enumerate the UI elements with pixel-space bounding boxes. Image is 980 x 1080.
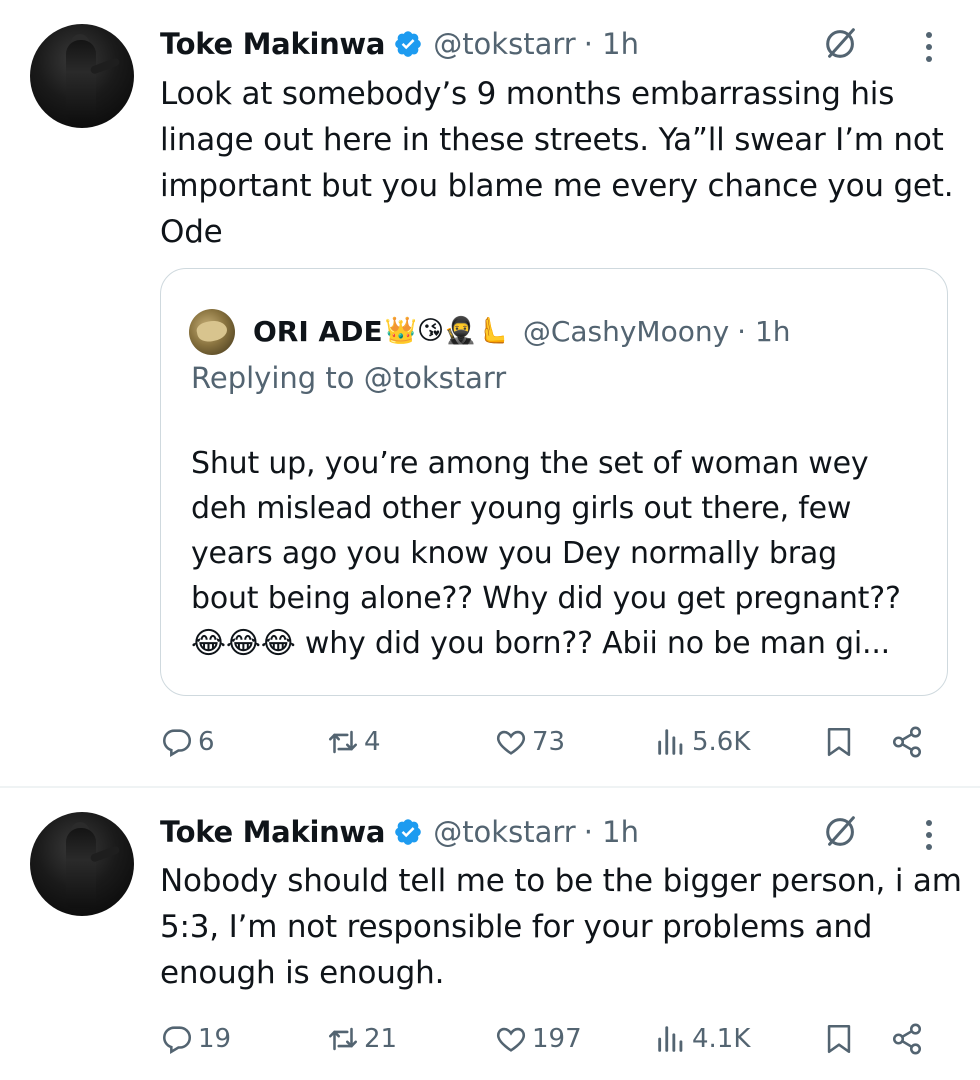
- like-count: 197: [532, 1024, 582, 1054]
- reply-icon: [163, 1026, 192, 1055]
- replying-to-label: Replying to @tokstarr: [191, 361, 507, 395]
- action-bar: 19 21 197 4.1K: [160, 1017, 950, 1061]
- author-handle[interactable]: @tokstarr: [433, 27, 576, 61]
- tweet-text: Look at somebody’s 9 months embarrassing…: [160, 71, 954, 255]
- views-icon: [658, 729, 683, 755]
- grok-icon[interactable]: [822, 812, 860, 850]
- reply-button[interactable]: 6: [160, 720, 215, 764]
- quoted-text-line: 😂😂😂 why did you born?? Abii no be man gi…: [191, 626, 891, 661]
- reply-icon: [163, 729, 192, 758]
- tweet-text-line: important but you blame me every chance …: [160, 168, 954, 204]
- tweet-text-line: 5:3, I’m not responsible for your proble…: [160, 909, 873, 945]
- grok-icon[interactable]: [822, 24, 860, 62]
- tweet[interactable]: Toke Makinwa @tokstarr · 1h Nobody shoul…: [0, 788, 980, 1080]
- verified-badge-icon: [395, 31, 421, 57]
- author-name[interactable]: Toke Makinwa: [160, 815, 385, 849]
- share-icon: [892, 726, 922, 758]
- avatar[interactable]: [30, 812, 134, 916]
- like-button[interactable]: 197: [494, 1017, 582, 1061]
- tweet-time[interactable]: · 1h: [584, 27, 639, 61]
- tweet-text-line: Ode: [160, 214, 223, 250]
- bookmark-icon: [827, 1024, 851, 1054]
- share-button[interactable]: [890, 1017, 924, 1061]
- views-icon: [658, 1026, 683, 1052]
- more-vertical-icon[interactable]: [924, 30, 934, 64]
- views-count: 5.6K: [692, 727, 751, 757]
- reply-button[interactable]: 19: [160, 1017, 231, 1061]
- like-count: 73: [532, 727, 566, 757]
- like-button[interactable]: 73: [494, 720, 565, 764]
- reply-count: 6: [198, 727, 215, 757]
- quoted-author-name[interactable]: ORI ADE: [253, 315, 383, 348]
- verified-badge-icon: [395, 819, 421, 845]
- tweet-header: Toke Makinwa @tokstarr · 1h: [160, 24, 639, 64]
- author-handle[interactable]: @tokstarr: [433, 815, 576, 849]
- quoted-text-line: deh mislead other young girls out there,…: [191, 491, 852, 526]
- repost-button[interactable]: 21: [326, 1017, 397, 1061]
- share-button[interactable]: [890, 720, 924, 764]
- share-icon: [892, 1023, 922, 1055]
- bookmark-icon: [827, 727, 851, 757]
- avatar[interactable]: [30, 24, 134, 128]
- repost-count: 21: [364, 1024, 398, 1054]
- like-icon: [496, 730, 526, 755]
- repost-icon: [328, 730, 358, 754]
- quoted-time[interactable]: · 1h: [737, 315, 790, 348]
- quoted-text-line: Shut up, you’re among the set of woman w…: [191, 446, 869, 481]
- reply-count: 19: [198, 1024, 232, 1054]
- repost-button[interactable]: 4: [326, 720, 381, 764]
- quoted-author-emojis: 👑😘🥷🫷: [384, 316, 509, 346]
- bookmark-button[interactable]: [822, 1017, 856, 1061]
- author-name[interactable]: Toke Makinwa: [160, 27, 385, 61]
- views-count: 4.1K: [692, 1024, 751, 1054]
- quoted-text-line: bout being alone?? Why did you get pregn…: [191, 581, 901, 616]
- tweet-time[interactable]: · 1h: [584, 815, 639, 849]
- quoted-text: Shut up, you’re among the set of woman w…: [191, 441, 931, 666]
- bookmark-button[interactable]: [822, 720, 856, 764]
- repost-count: 4: [364, 727, 381, 757]
- tweet-text-line: linage out here in these streets. Ya”ll …: [160, 122, 944, 158]
- views-button[interactable]: 4.1K: [654, 1017, 750, 1061]
- views-button[interactable]: 5.6K: [654, 720, 750, 764]
- more-vertical-icon[interactable]: [924, 818, 934, 852]
- tweet-text-line: Nobody should tell me to be the bigger p…: [160, 863, 962, 899]
- tweet-text: Nobody should tell me to be the bigger p…: [160, 858, 962, 996]
- quoted-text-line: years ago you know you Dey normally brag: [191, 536, 837, 571]
- tweet[interactable]: Toke Makinwa @tokstarr · 1h Look at some…: [0, 0, 980, 786]
- quoted-tweet[interactable]: ORI ADE 👑😘🥷🫷 @CashyMoony · 1h Replying t…: [160, 268, 948, 696]
- quoted-header: ORI ADE 👑😘🥷🫷 @CashyMoony · 1h: [253, 311, 791, 351]
- tweet-text-line: enough is enough.: [160, 955, 445, 991]
- tweet-header: Toke Makinwa @tokstarr · 1h: [160, 812, 639, 852]
- repost-icon: [328, 1027, 358, 1051]
- quoted-author-handle[interactable]: @CashyMoony: [523, 315, 729, 348]
- like-icon: [496, 1027, 526, 1052]
- quoted-avatar[interactable]: [189, 309, 235, 355]
- action-bar: 6 4 73 5.6K: [160, 720, 950, 764]
- tweet-text-line: Look at somebody’s 9 months embarrassing…: [160, 76, 895, 112]
